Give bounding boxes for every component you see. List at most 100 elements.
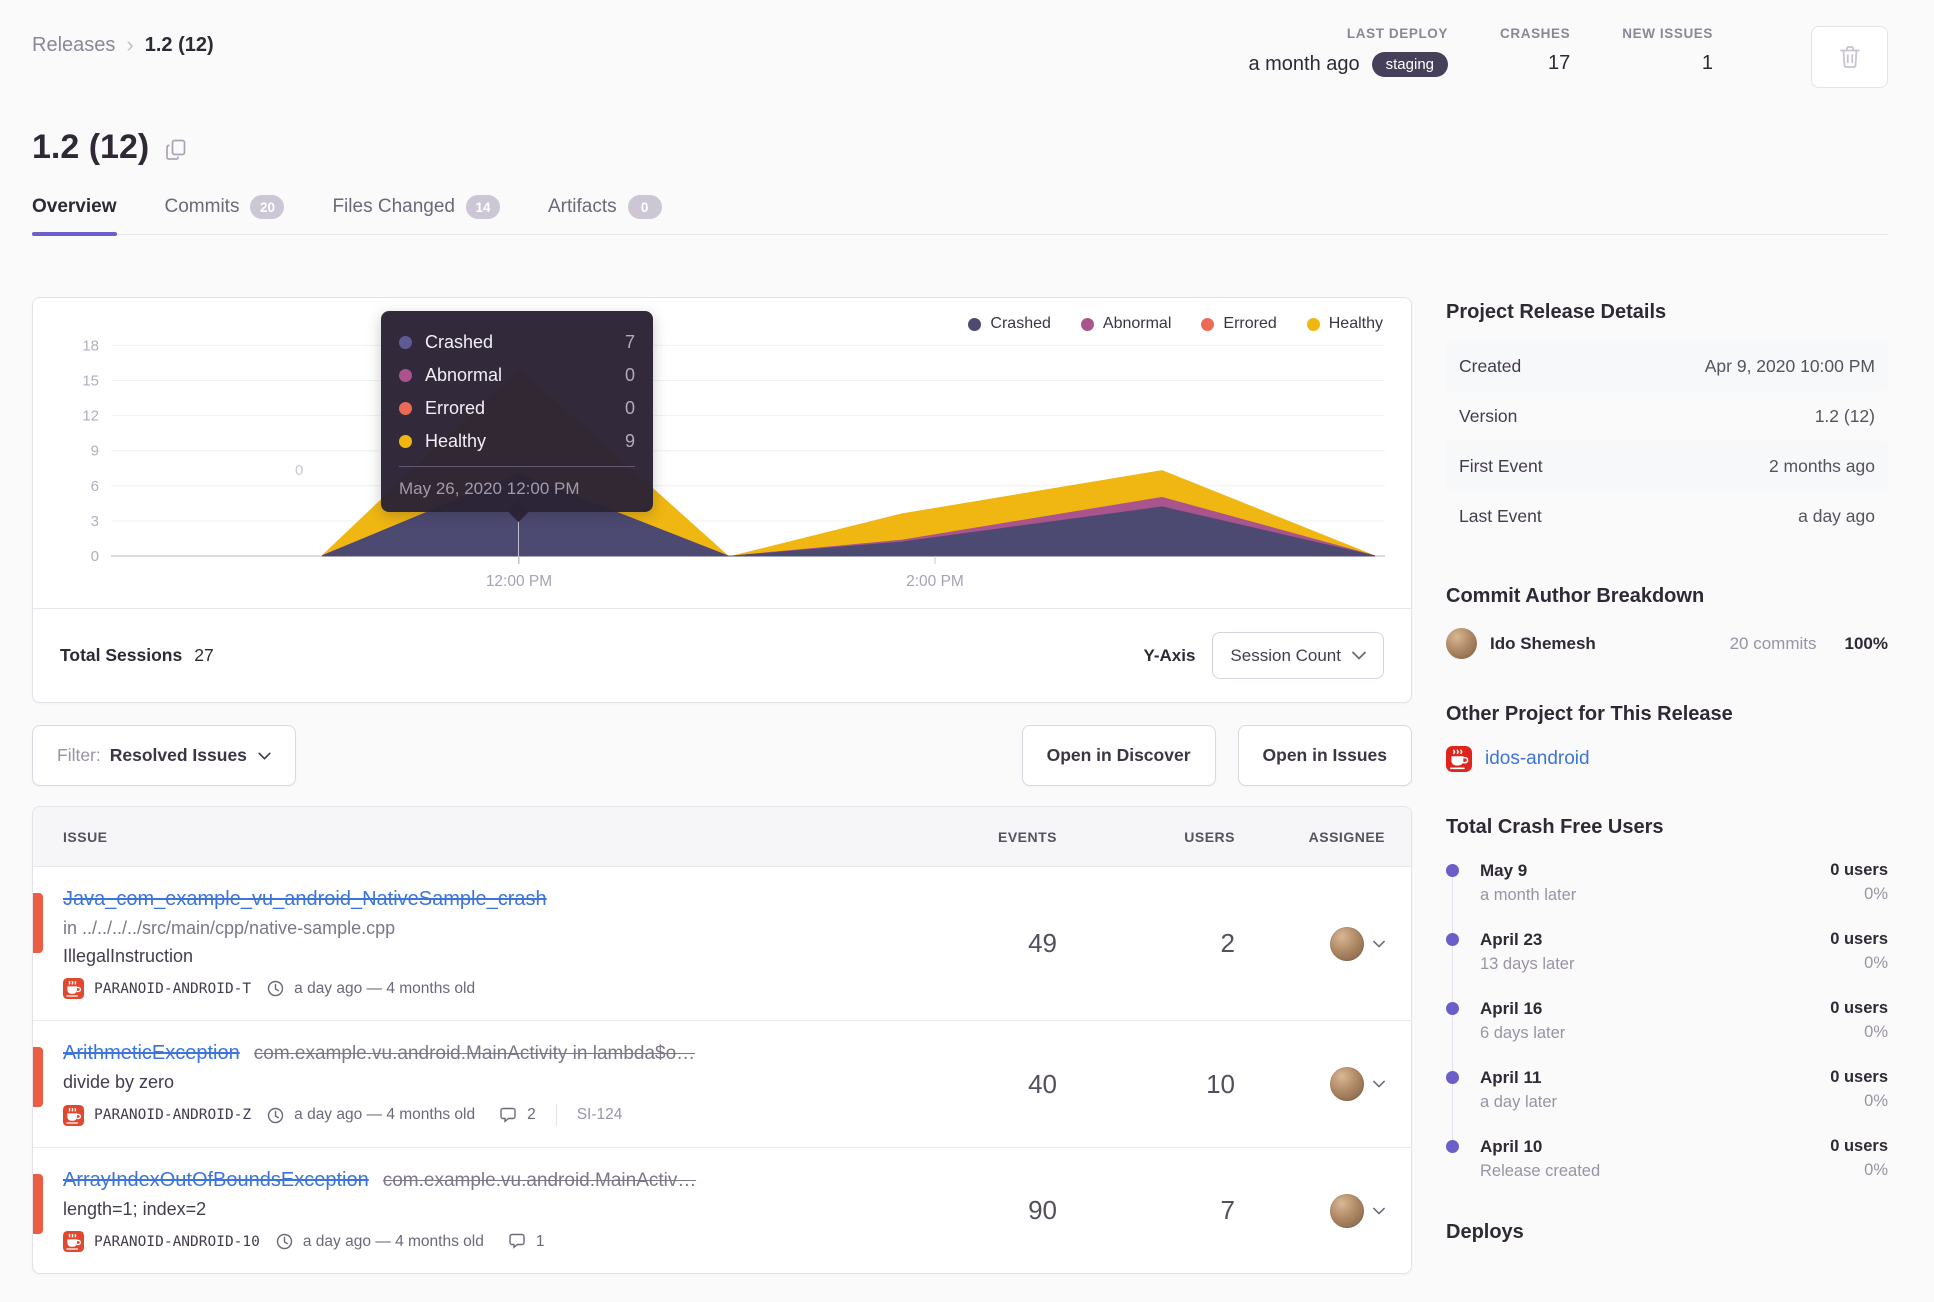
yaxis-dropdown-value: Session Count xyxy=(1230,645,1341,665)
tooltip-healthy-label: Healthy xyxy=(425,431,487,451)
crash-free-sub: a month later xyxy=(1480,886,1577,904)
page-title: 1.2 (12) xyxy=(32,128,150,166)
chevron-right-icon: › xyxy=(126,32,134,57)
legend-item-errored[interactable]: Errored xyxy=(1201,315,1277,333)
error-level-indicator xyxy=(33,893,43,953)
detail-key: Last Event xyxy=(1459,505,1542,526)
assignee-avatar xyxy=(1330,1193,1364,1228)
detail-value: 1.2 (12) xyxy=(1814,405,1875,426)
comments-count: 1 xyxy=(535,1232,545,1250)
divider xyxy=(555,1104,557,1126)
assignee-avatar xyxy=(1330,926,1364,961)
open-in-issues-button[interactable]: Open in Issues xyxy=(1237,725,1412,786)
yaxis-dropdown[interactable]: Session Count xyxy=(1212,632,1384,679)
crash-free-date: April 23 xyxy=(1480,930,1543,949)
tab-artifacts[interactable]: Artifacts 0 xyxy=(548,195,662,234)
chart-footer: Total Sessions 27 Y-Axis Session Count xyxy=(33,608,1411,702)
legend-item-healthy[interactable]: Healthy xyxy=(1306,315,1383,333)
release-details-table: Created Apr 9, 2020 10:00 PM Version 1.2… xyxy=(1446,341,1888,541)
assignee-dropdown[interactable] xyxy=(1330,926,1385,961)
chevron-down-icon xyxy=(1373,940,1385,948)
tab-files-changed[interactable]: Files Changed 14 xyxy=(332,195,500,234)
filter-label: Filter: xyxy=(57,745,101,765)
stat-crashes: CRASHES 17 xyxy=(1500,26,1570,75)
tooltip-abnormal-dot xyxy=(399,369,412,382)
java-platform-icon xyxy=(63,1104,84,1126)
detail-key: Version xyxy=(1459,405,1518,426)
new-issues-label: NEW ISSUES xyxy=(1622,26,1713,41)
timeline-dot xyxy=(1446,1071,1459,1084)
chart-tooltip: Crashed 7 Abnormal 0 Errored 0 Healthy 9… xyxy=(381,311,653,512)
tab-commits[interactable]: Commits 20 xyxy=(165,195,285,234)
stat-new-issues: NEW ISSUES 1 xyxy=(1622,26,1713,75)
tooltip-errored-value: 0 xyxy=(624,398,635,418)
copy-icon[interactable] xyxy=(166,139,187,161)
crash-free-date: May 9 xyxy=(1480,861,1528,880)
tab-commits-badge: 20 xyxy=(250,195,285,219)
tooltip-errored-dot xyxy=(399,402,412,415)
tooltip-row-errored: Errored 0 xyxy=(399,392,635,425)
tooltip-healthy-value: 9 xyxy=(624,431,635,451)
column-events: EVENTS xyxy=(997,828,1057,845)
total-sessions-label: Total Sessions xyxy=(60,645,183,665)
timeline-dot xyxy=(1446,864,1459,877)
crash-free-percent: 0% xyxy=(1864,1161,1888,1179)
java-platform-icon xyxy=(1446,746,1472,772)
issue-title-link[interactable]: ArithmeticException xyxy=(63,1042,240,1065)
legend-item-abnormal[interactable]: Abnormal xyxy=(1080,315,1172,333)
legend-item-crashed[interactable]: Crashed xyxy=(968,315,1051,333)
tab-bar: Overview Commits 20 Files Changed 14 Art… xyxy=(32,195,1888,236)
delete-release-button[interactable] xyxy=(1811,26,1888,88)
tab-files-changed-label: Files Changed xyxy=(332,196,455,217)
legend-abnormal-label: Abnormal xyxy=(1102,315,1172,332)
svg-text:6: 6 xyxy=(91,478,99,495)
assignee-dropdown[interactable] xyxy=(1330,1067,1385,1101)
assignee-avatar xyxy=(1330,1067,1364,1101)
assignee-dropdown[interactable] xyxy=(1330,1193,1385,1228)
other-project-link[interactable]: idos-android xyxy=(1485,748,1590,770)
other-project-row: idos-android xyxy=(1446,746,1888,772)
tooltip-errored-label: Errored xyxy=(425,398,486,418)
author-name: Ido Shemesh xyxy=(1490,633,1596,653)
breadcrumb-releases-link[interactable]: Releases xyxy=(32,34,115,57)
trash-icon xyxy=(1839,45,1861,69)
error-level-indicator xyxy=(33,1174,43,1234)
filter-dropdown[interactable]: Filter: Resolved Issues xyxy=(32,725,296,786)
tooltip-row-abnormal: Abnormal 0 xyxy=(399,359,635,392)
crash-free-users: 0 users xyxy=(1830,861,1888,879)
timeline-dot xyxy=(1446,1140,1459,1153)
crash-free-users: 0 users xyxy=(1830,999,1888,1017)
tooltip-healthy-dot xyxy=(399,435,412,448)
deploys-heading: Deploys xyxy=(1446,1221,1524,1243)
tooltip-crashed-dot xyxy=(399,336,412,349)
commit-author-heading: Commit Author Breakdown xyxy=(1446,585,1705,607)
open-in-discover-button[interactable]: Open in Discover xyxy=(1021,725,1216,786)
issue-age: a day ago — 4 months old xyxy=(294,979,476,997)
crash-free-percent: 0% xyxy=(1864,1023,1888,1041)
detail-value: Apr 9, 2020 10:00 PM xyxy=(1704,355,1875,376)
issue-subtitle: IllegalInstruction xyxy=(63,946,194,966)
tooltip-row-healthy: Healthy 9 xyxy=(399,425,635,458)
issue-events-count: 40 xyxy=(1028,1068,1057,1099)
tab-artifacts-badge: 0 xyxy=(627,195,662,219)
detail-row-created: Created Apr 9, 2020 10:00 PM xyxy=(1446,341,1888,391)
issue-title-link[interactable]: ArrayIndexOutOfBoundsException xyxy=(63,1169,369,1192)
project-slug: PARANOID-ANDROID-10 xyxy=(94,1233,260,1250)
top-bar: Releases › 1.2 (12) LAST DEPLOY a month … xyxy=(32,26,1888,88)
legend-errored-label: Errored xyxy=(1223,315,1277,332)
tab-overview-label: Overview xyxy=(32,196,117,217)
crash-free-sub: Release created xyxy=(1480,1162,1601,1180)
column-assignee: ASSIGNEE xyxy=(1308,828,1385,845)
tooltip-row-crashed: Crashed 7 xyxy=(399,326,635,359)
chart-legend: Crashed Abnormal Errored Healthy xyxy=(968,315,1383,333)
issue-location: in ../../../../src/main/cpp/native-sampl… xyxy=(63,918,396,938)
crash-free-percent: 0% xyxy=(1864,954,1888,972)
clock-icon xyxy=(276,1233,293,1250)
tab-overview[interactable]: Overview xyxy=(32,195,117,236)
legend-crashed-label: Crashed xyxy=(990,315,1051,332)
author-percent: 100% xyxy=(1844,633,1888,653)
issue-title-link[interactable]: Java_com_example_vu_android_NativeSample… xyxy=(63,888,547,911)
svg-text:12:00 PM: 12:00 PM xyxy=(486,573,552,590)
sessions-area-chart[interactable]: 0 3 6 9 12 15 18 12:00 PM 2:00 PM xyxy=(59,298,1389,598)
issue-row: ArrayIndexOutOfBoundsException com.examp… xyxy=(33,1147,1411,1273)
